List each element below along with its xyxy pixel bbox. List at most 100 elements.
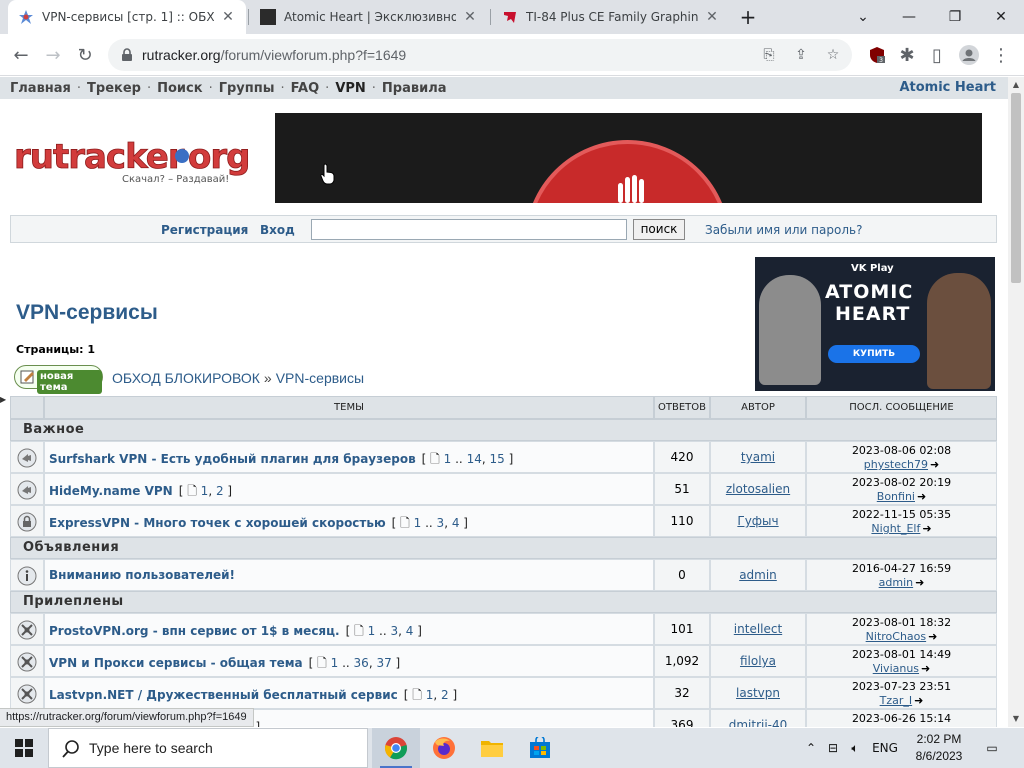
- breadcrumb-current[interactable]: VPN-сервисы: [276, 370, 364, 386]
- topic-page-link[interactable]: 36: [354, 656, 369, 670]
- author-link[interactable]: lastvpn: [711, 686, 805, 700]
- nav-tracker[interactable]: Трекер: [87, 81, 141, 96]
- login-link[interactable]: Вход: [260, 223, 295, 237]
- goto-last-post-icon[interactable]: ➜: [914, 694, 923, 707]
- scroll-down-arrow-icon[interactable]: ▼: [1008, 711, 1024, 727]
- rutracker-logo[interactable]: rutracker org Скачал? – Раздавай!: [14, 132, 251, 192]
- taskbar-search[interactable]: Type here to search: [48, 728, 368, 768]
- topic-title-link[interactable]: Вниманию пользователей!: [49, 568, 235, 582]
- side-panel-icon[interactable]: ▯: [922, 40, 952, 70]
- author-link[interactable]: zlotosalien: [711, 482, 805, 496]
- scrollbar-thumb[interactable]: [1011, 93, 1021, 283]
- new-tab-button[interactable]: +: [732, 0, 764, 34]
- nav-home[interactable]: Главная: [10, 81, 71, 96]
- atomic-heart-promo[interactable]: VK Play ATOMIC HEART КУПИТЬ: [755, 257, 995, 391]
- tab-close-icon[interactable]: ✕: [220, 9, 236, 25]
- tab-ti84[interactable]: TI-84 Plus CE Family Graphing Ca ✕: [492, 0, 730, 34]
- last-post-user-link[interactable]: admin: [879, 576, 913, 589]
- goto-last-post-icon[interactable]: ➜: [921, 662, 930, 675]
- page-title[interactable]: VPN-сервисы: [16, 301, 158, 325]
- show-hidden-icons-chevron-icon[interactable]: ⌃: [800, 741, 822, 755]
- volume-icon[interactable]: 🔈︎: [844, 741, 866, 756]
- taskbar-clock[interactable]: 2:02 PM 8/6/2023: [910, 731, 968, 765]
- reload-icon[interactable]: ↻: [70, 40, 100, 70]
- goto-last-post-icon[interactable]: ➜: [928, 630, 937, 643]
- nav-atomic-heart-link[interactable]: Atomic Heart: [899, 80, 996, 95]
- windows-start-icon[interactable]: [0, 728, 48, 768]
- topic-title-link[interactable]: VPN и Прокси сервисы - общая тема [ 🗋︎ 1 …: [49, 654, 400, 675]
- last-post-user-link[interactable]: OBeToeLaN: [865, 726, 927, 727]
- last-post-user-link[interactable]: Tzar_I: [880, 694, 913, 707]
- page-scrollbar[interactable]: ▲ ▼: [1008, 77, 1024, 727]
- extensions-puzzle-icon[interactable]: ✱: [892, 40, 922, 70]
- breadcrumb-parent[interactable]: ОБХОД БЛОКИРОВОК: [112, 370, 260, 386]
- goto-last-post-icon[interactable]: ➜: [929, 726, 938, 727]
- topic-page-link[interactable]: 2: [216, 484, 224, 498]
- search-button[interactable]: поиск: [633, 219, 685, 240]
- nav-groups[interactable]: Группы: [219, 81, 275, 96]
- browser-menu-icon[interactable]: ⋮: [986, 40, 1016, 70]
- last-post-user-link[interactable]: Vivianus: [873, 662, 919, 675]
- topic-page-link[interactable]: 15: [489, 452, 504, 466]
- top-ad-banner[interactable]: [275, 113, 982, 203]
- ublock-extension-icon[interactable]: 3: [862, 40, 892, 70]
- address-bar[interactable]: rutracker.org/forum/viewforum.php?f=1649…: [108, 39, 852, 71]
- goto-last-post-icon[interactable]: ➜: [915, 576, 924, 589]
- topic-title-link[interactable]: HideMy.name VPN [ 🗋︎ 1, 2 ]: [49, 482, 232, 503]
- collapse-arrow-icon[interactable]: ▶: [0, 395, 6, 409]
- tab-vpn-services[interactable]: VPN-сервисы [стр. 1] :: ОБХОД Б ✕: [8, 0, 246, 34]
- nav-search[interactable]: Поиск: [157, 81, 202, 96]
- forward-arrow-icon[interactable]: →: [38, 40, 68, 70]
- goto-last-post-icon[interactable]: ➜: [917, 490, 926, 503]
- topic-title-link[interactable]: ProstoVPN.org - впн сервис от 1$ в месяц…: [49, 622, 422, 643]
- close-window-button[interactable]: ✕: [978, 0, 1024, 34]
- minimize-button[interactable]: —: [886, 0, 932, 34]
- author-link[interactable]: tyami: [711, 450, 805, 464]
- author-link[interactable]: Гуфыч: [711, 514, 805, 528]
- last-post-user-link[interactable]: Night_Elf: [871, 522, 920, 535]
- back-arrow-icon[interactable]: ←: [6, 40, 36, 70]
- author-link[interactable]: filolya: [711, 654, 805, 668]
- last-post-user-link[interactable]: Bonfini: [877, 490, 915, 503]
- promo-buy-button[interactable]: КУПИТЬ: [828, 345, 920, 363]
- nav-faq[interactable]: FAQ: [291, 81, 320, 96]
- topic-title-link[interactable]: ExpressVPN - Много точек с хорошей скоро…: [49, 514, 468, 535]
- nav-vpn[interactable]: VPN: [335, 81, 365, 96]
- tab-search-chevron-icon[interactable]: ⌄: [840, 0, 886, 34]
- topic-title-link[interactable]: Lastvpn.NET / Дружественный бесплатный с…: [49, 686, 457, 707]
- author-link[interactable]: admin: [711, 568, 805, 582]
- topic-title-link[interactable]: Surfshark VPN - Есть удобный плагин для …: [49, 450, 513, 471]
- tab-close-icon[interactable]: ✕: [704, 9, 720, 25]
- tab-close-icon[interactable]: ✕: [462, 9, 478, 25]
- search-input[interactable]: [311, 219, 627, 240]
- scroll-up-arrow-icon[interactable]: ▲: [1008, 77, 1024, 93]
- author-link[interactable]: intellect: [711, 622, 805, 636]
- bookmark-star-icon[interactable]: ☆: [822, 44, 844, 66]
- file-explorer-taskbar-icon[interactable]: [468, 728, 516, 768]
- author-link[interactable]: dmitrii-40: [711, 718, 805, 727]
- topic-page-link[interactable]: 37: [376, 656, 391, 670]
- network-icon[interactable]: ⊟: [822, 741, 844, 755]
- last-post-user-link[interactable]: NitroChaos: [866, 630, 926, 643]
- new-topic-button[interactable]: новая тема: [14, 365, 103, 394]
- tab-atomic-heart[interactable]: Atomic Heart | Эксклюзивно на ✕: [250, 0, 488, 34]
- forgot-password-link[interactable]: Забыли имя или пароль?: [705, 223, 862, 237]
- translate-icon[interactable]: ⎘: [758, 44, 780, 66]
- topic-page-link[interactable]: 14: [467, 452, 482, 466]
- chrome-taskbar-icon[interactable]: [372, 728, 420, 768]
- notifications-icon[interactable]: ▭: [980, 728, 1004, 768]
- restore-button[interactable]: ❐: [932, 0, 978, 34]
- store-taskbar-icon[interactable]: [516, 728, 564, 768]
- share-icon[interactable]: ⇪: [790, 44, 812, 66]
- firefox-taskbar-icon[interactable]: [420, 728, 468, 768]
- register-link[interactable]: Регистрация: [161, 223, 248, 237]
- topic-page-link[interactable]: 2: [441, 688, 449, 702]
- goto-last-post-icon[interactable]: ➜: [922, 522, 931, 535]
- profile-avatar-icon[interactable]: [954, 40, 984, 70]
- goto-last-post-icon[interactable]: ➜: [930, 458, 939, 471]
- language-indicator[interactable]: ENG: [866, 741, 904, 755]
- topic-icon-cell: [10, 559, 44, 591]
- last-post-user-link[interactable]: phystech79: [864, 458, 928, 471]
- topic-page-link[interactable]: 3: [391, 624, 399, 638]
- nav-rules[interactable]: Правила: [382, 81, 447, 96]
